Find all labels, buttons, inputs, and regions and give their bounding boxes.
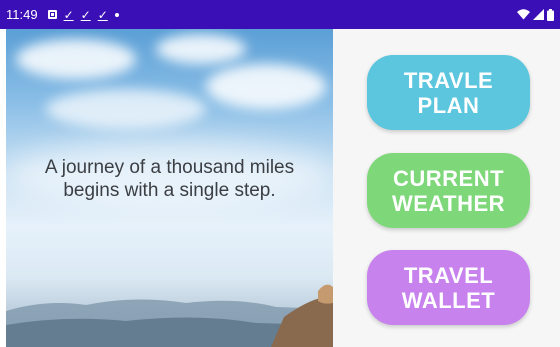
download-done-icon: ✓ xyxy=(97,7,108,22)
status-time: 11:49 xyxy=(6,7,38,22)
wifi-icon xyxy=(517,9,530,20)
dot-icon xyxy=(114,12,119,17)
download-done-icon: ✓ xyxy=(63,7,74,22)
quote-line-1: A journey of a thousand miles xyxy=(44,157,295,178)
download-done-icon: ✓ xyxy=(80,7,91,22)
signal-icon xyxy=(533,9,544,20)
current-weather-button[interactable]: CURRENT WEATHER xyxy=(367,153,530,228)
quote-text: A journey of a thousand miles begins wit… xyxy=(6,156,333,202)
travel-plan-button[interactable]: TRAVLE PLAN xyxy=(367,55,530,130)
image-notification-icon xyxy=(47,10,57,19)
travel-wallet-button[interactable]: TRAVEL WALLET xyxy=(367,250,530,325)
mountains-icon xyxy=(6,284,333,347)
menu-panel: TRAVLE PLAN CURRENT WEATHER TRAVEL WALLE… xyxy=(333,29,560,347)
status-bar: 11:49 ✓ ✓ ✓ xyxy=(0,0,560,29)
hero-image: A journey of a thousand miles begins wit… xyxy=(6,29,333,347)
battery-icon xyxy=(547,8,554,21)
system-icons xyxy=(517,8,554,21)
quote-line-2: begins with a single step. xyxy=(63,180,276,201)
